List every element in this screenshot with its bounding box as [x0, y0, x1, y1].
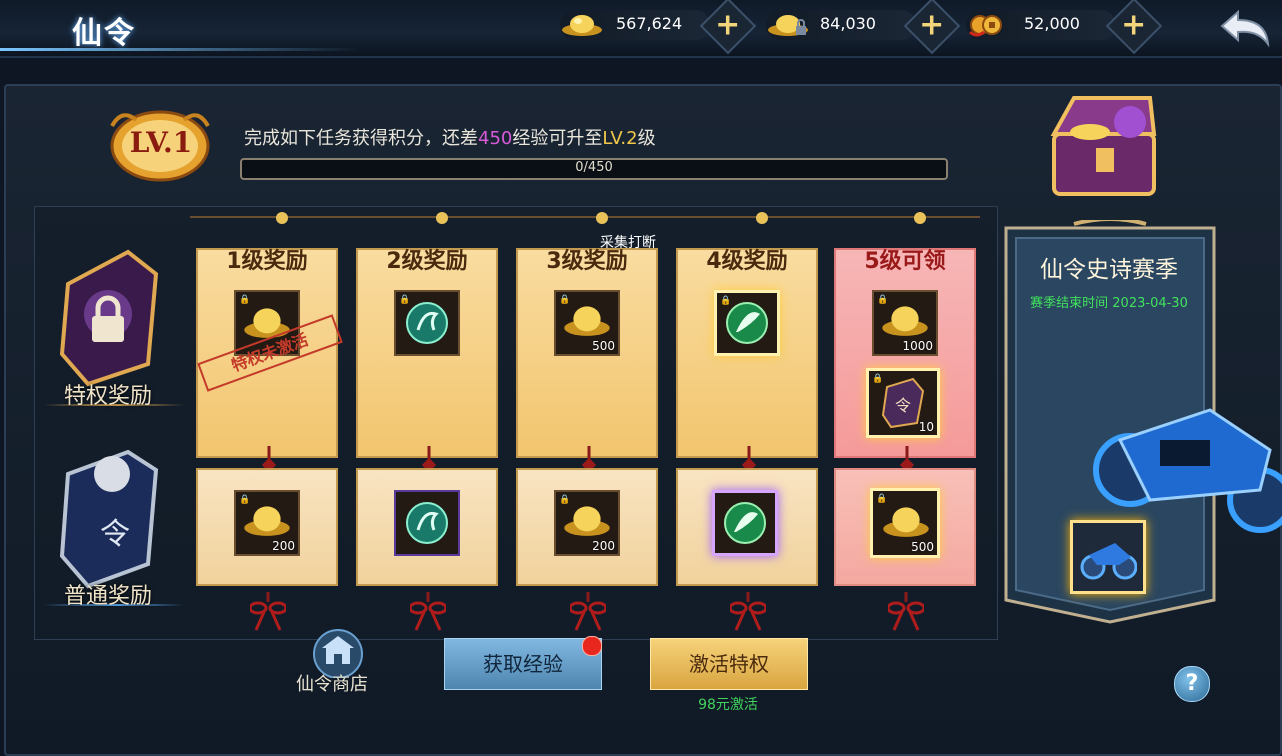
- treasure-chest-icon[interactable]: [1040, 88, 1170, 200]
- level-2-title: 2级奖励: [386, 249, 468, 274]
- svg-text:令: 令: [895, 396, 911, 415]
- level-5-title: 5级可领: [864, 249, 946, 274]
- red-knot-icon: [570, 592, 606, 631]
- season-mount-reward[interactable]: [1070, 520, 1146, 594]
- level-4-normal-reward[interactable]: [712, 490, 778, 556]
- level-badge-text: LV.1: [129, 126, 193, 159]
- level-3-premium-reward[interactable]: 🔒 500: [554, 290, 620, 356]
- hanging-rope: [190, 216, 980, 218]
- currency-gold-value: 567,624: [616, 14, 683, 33]
- level-4-premium-reward[interactable]: 🔒: [714, 290, 780, 356]
- gold-ingot-icon: [562, 15, 602, 36]
- jade-horse-orb-icon: [406, 302, 448, 344]
- activate-price: 98元激活: [698, 697, 758, 713]
- level-3-normal-reward[interactable]: 🔒 200: [554, 490, 620, 556]
- season-title: 仙令史诗赛季: [1040, 257, 1178, 283]
- premium-rewards-label: 特权奖励: [64, 384, 153, 409]
- currency-bound-gold: 84,030: [766, 10, 916, 40]
- gold-ingot-icon: [882, 306, 928, 336]
- red-knot-icon: [250, 592, 286, 631]
- column-pin: [914, 212, 926, 224]
- notification-dot: [582, 636, 602, 656]
- activate-privilege-button[interactable]: 激活特权: [650, 638, 808, 690]
- level-4-title: 4级奖励: [706, 249, 788, 274]
- locked-gold-ingot-icon: [768, 15, 808, 36]
- column-pin: [756, 212, 768, 224]
- level-2-normal-reward[interactable]: [394, 490, 460, 556]
- motorcycle-icon: [1080, 543, 1137, 580]
- level-5-normal-reward[interactable]: 🔒 500: [870, 488, 940, 558]
- red-knot-icon: [730, 592, 766, 631]
- exp-progress-text: 0/450: [575, 160, 613, 175]
- task-description: 完成如下任务获得积分，还差450经验可升至LV.2级: [244, 128, 656, 149]
- svg-text:令: 令: [100, 517, 130, 552]
- get-exp-button[interactable]: 获取经验: [444, 638, 602, 690]
- exp-needed: 450: [478, 128, 513, 149]
- jade-feather-orb-icon: [726, 302, 768, 344]
- help-button[interactable]: ?: [1174, 666, 1210, 702]
- column-pin: [276, 212, 288, 224]
- normal-rewards-label: 普通奖励: [64, 584, 153, 609]
- season-end-time: 赛季结束时间 2023-04-30: [1030, 296, 1188, 311]
- red-knot-icon: [410, 592, 446, 631]
- currency-coins-value: 52,000: [1024, 14, 1080, 33]
- normal-token-icon: 令: [59, 449, 159, 589]
- coin-string-icon: [968, 15, 1002, 37]
- title-underline: [0, 48, 360, 51]
- red-knot-icon: [888, 592, 924, 631]
- gold-ingot-icon: [564, 506, 610, 536]
- column-pin: [596, 212, 608, 224]
- gold-ingot-icon: [244, 506, 290, 536]
- gold-ingot-icon: [883, 507, 929, 537]
- jade-feather-orb-icon: [724, 502, 766, 544]
- level-2-premium-reward[interactable]: 🔒: [394, 290, 460, 356]
- column-pin: [436, 212, 448, 224]
- level-1-normal-reward[interactable]: 🔒 200: [234, 490, 300, 556]
- currency-coins: 52,000: [966, 10, 1116, 40]
- premium-token-icon: [59, 249, 159, 387]
- jade-horse-orb-icon: [406, 502, 448, 544]
- level-1-title: 1级奖励: [226, 249, 308, 274]
- currency-gold: 567,624: [560, 10, 710, 40]
- level-5-premium-reward-2[interactable]: 🔒 令 10: [866, 368, 940, 438]
- currency-bound-gold-value: 84,030: [820, 14, 876, 33]
- gold-ingot-icon: [564, 306, 610, 336]
- page-title: 仙令: [72, 16, 136, 51]
- gather-interrupted-tip: 采集打断: [600, 235, 656, 251]
- level-5-premium-reward[interactable]: 🔒 1000: [872, 290, 938, 356]
- back-arrow-icon[interactable]: [1220, 8, 1272, 48]
- next-level: LV.2: [602, 128, 638, 149]
- shop-label[interactable]: 仙令商店: [296, 670, 368, 696]
